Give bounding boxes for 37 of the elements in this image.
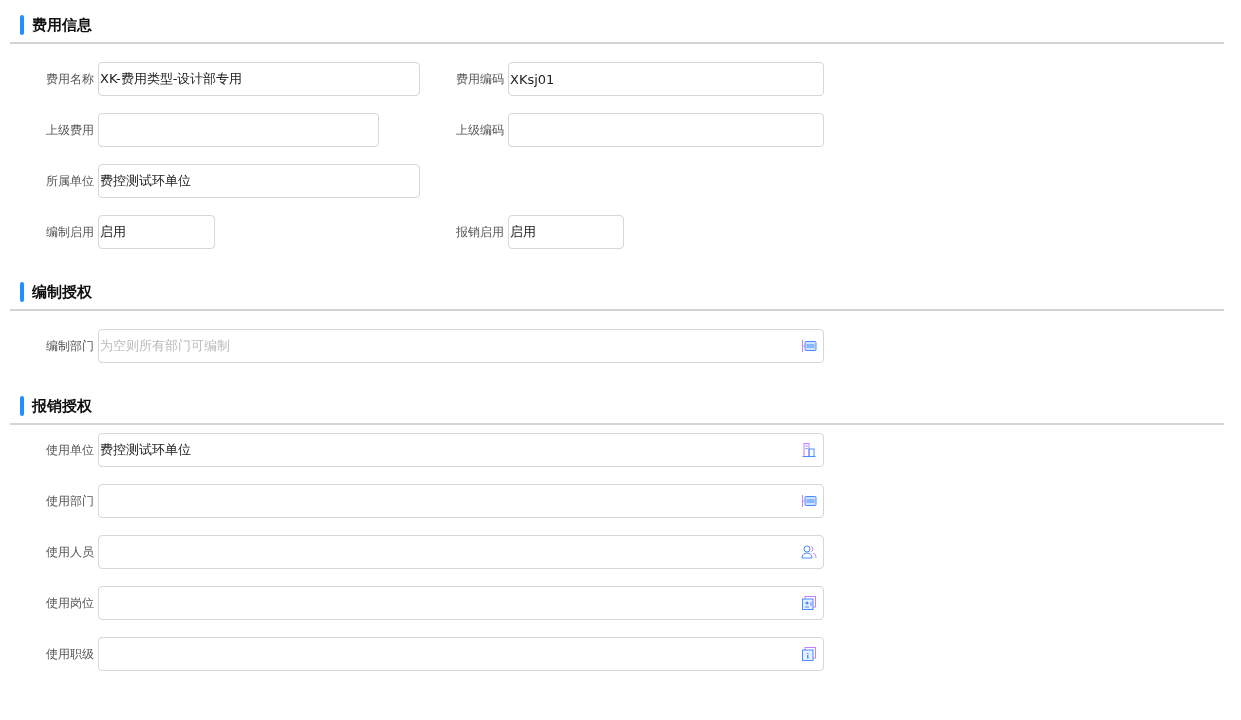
building-icon[interactable] (801, 442, 817, 458)
department-tree-icon[interactable] (801, 338, 817, 354)
field-label: 费用名称 (45, 70, 95, 88)
picker-field[interactable] (98, 586, 824, 620)
picker-field[interactable]: 费控测试环单位 (98, 433, 824, 467)
users-icon[interactable] (801, 544, 817, 560)
picker-field[interactable] (98, 535, 824, 569)
input-field[interactable]: XK-费用类型-设计部专用 (98, 62, 420, 96)
input-field[interactable] (98, 113, 379, 147)
section-accent-bar (20, 15, 24, 35)
field-label: 编制启用 (45, 223, 95, 241)
picker-field[interactable] (98, 637, 824, 671)
field-label: 编制部门 (45, 337, 95, 355)
field-label: 所属单位 (45, 172, 95, 190)
field-label: 使用单位 (45, 441, 95, 459)
info-card-icon[interactable] (801, 646, 817, 662)
field-label: 使用人员 (45, 543, 95, 561)
id-card-icon[interactable] (801, 595, 817, 611)
field-label: 使用部门 (45, 492, 95, 510)
section-title: 报销授权 (32, 396, 92, 416)
section-title: 编制授权 (32, 282, 92, 302)
section-accent-bar (20, 396, 24, 416)
input-field[interactable] (508, 113, 824, 147)
input-field[interactable]: 费控测试环单位 (98, 164, 420, 198)
field-label: 上级费用 (45, 121, 95, 139)
section-accent-bar (20, 282, 24, 302)
field-label: 费用编码 (455, 70, 505, 88)
field-label: 报销启用 (455, 223, 505, 241)
input-field[interactable]: 启用 (508, 215, 624, 249)
input-field[interactable]: 启用 (98, 215, 215, 249)
field-label: 使用职级 (45, 645, 95, 663)
input-field[interactable]: XKsj01 (508, 62, 824, 96)
field-label: 上级编码 (455, 121, 505, 139)
picker-field[interactable] (98, 484, 824, 518)
field-label: 使用岗位 (45, 594, 95, 612)
department-tree-icon[interactable] (801, 493, 817, 509)
section-title: 费用信息 (32, 15, 92, 35)
